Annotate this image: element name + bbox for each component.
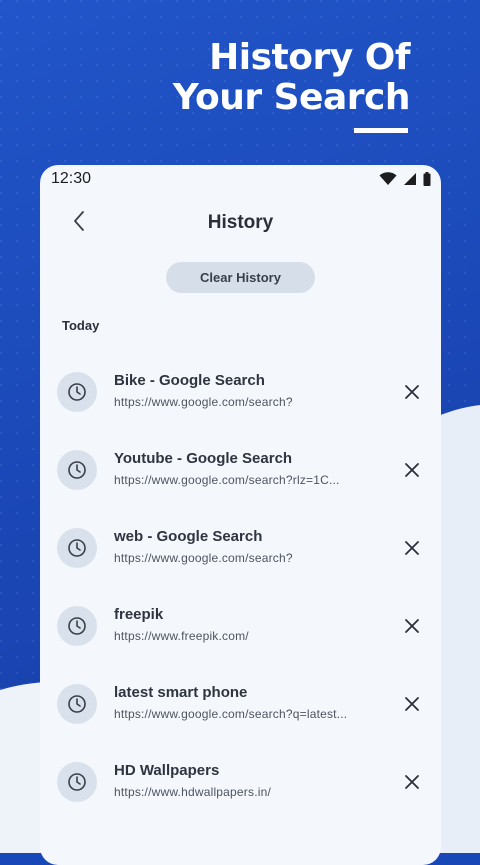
promo-headline-line-1: History Of [209, 37, 410, 78]
close-icon[interactable] [403, 617, 421, 635]
clock-icon [68, 461, 86, 479]
promo-headline-underline [354, 128, 408, 133]
history-item-title: HD Wallpapers [114, 762, 220, 779]
clock-icon [68, 383, 86, 401]
history-item[interactable]: freepik https://www.freepik.com/ [40, 587, 441, 665]
history-item[interactable]: HD Wallpapers https://www.hdwallpapers.i… [40, 743, 441, 821]
status-time: 12:30 [51, 170, 92, 187]
promo-headline: History Of Your Search [172, 37, 411, 118]
history-item-title: freepik [114, 606, 164, 623]
status-bar: 12:30 [40, 165, 441, 195]
history-item-icon [57, 372, 97, 412]
history-item-icon [57, 762, 97, 802]
history-item[interactable]: Bike - Google Search https://www.google.… [40, 353, 441, 431]
close-icon[interactable] [403, 383, 421, 401]
promo-headline-line-2: Your Search [172, 77, 411, 118]
history-item-url: https://www.google.com/search?rlz=1C... [114, 473, 340, 487]
close-icon[interactable] [403, 773, 421, 791]
wifi-icon [379, 172, 397, 185]
history-item-icon [57, 450, 97, 490]
history-item[interactable]: Youtube - Google Search https://www.goog… [40, 431, 441, 509]
history-item-title: web - Google Search [114, 528, 263, 545]
clear-history-button[interactable]: Clear History [166, 262, 315, 293]
history-item-url: https://www.google.com/search? [114, 395, 293, 409]
close-icon[interactable] [403, 461, 421, 479]
history-item-icon [57, 606, 97, 646]
history-item-url: https://www.hdwallpapers.in/ [114, 785, 272, 799]
clock-icon [68, 617, 86, 635]
clock-icon [68, 539, 86, 557]
battery-icon [423, 172, 431, 186]
history-item-icon [57, 528, 97, 568]
history-item-url: https://www.google.com/search? [114, 551, 293, 565]
section-label-today: Today [62, 318, 100, 333]
history-item[interactable]: web - Google Search https://www.google.c… [40, 509, 441, 587]
history-list: Bike - Google Search https://www.google.… [40, 353, 441, 821]
clock-icon [68, 695, 86, 713]
signal-icon [404, 173, 416, 185]
history-item-url: https://www.google.com/search?q=latest..… [114, 707, 348, 721]
close-icon[interactable] [403, 695, 421, 713]
history-item-title: latest smart phone [114, 684, 248, 701]
clock-icon [68, 773, 86, 791]
close-icon[interactable] [403, 539, 421, 557]
history-item-url: https://www.freepik.com/ [114, 629, 249, 643]
history-item[interactable]: latest smart phone https://www.google.co… [40, 665, 441, 743]
phone-screen: 12:30 History Clear History Today Bike -… [40, 165, 441, 865]
page-title: History [207, 212, 274, 233]
history-item-icon [57, 684, 97, 724]
history-item-title: Bike - Google Search [114, 372, 265, 389]
status-icons [379, 172, 431, 186]
history-item-title: Youtube - Google Search [114, 450, 293, 467]
